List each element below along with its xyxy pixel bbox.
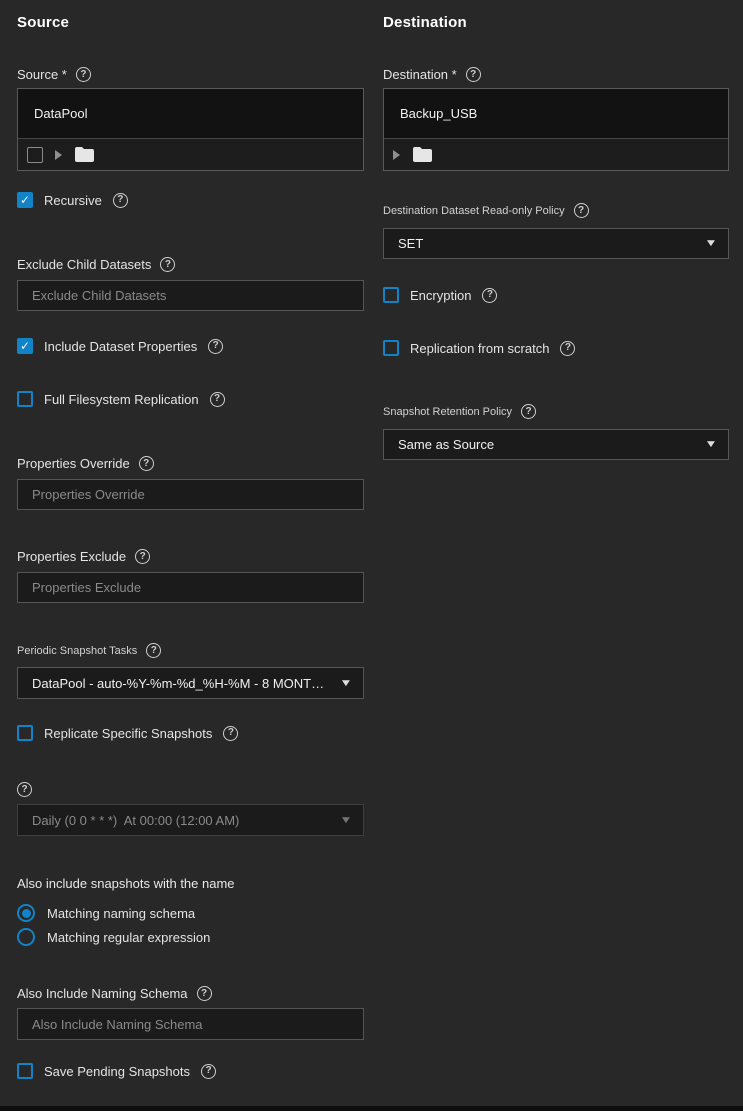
include-props-row: Include Dataset Properties ? [17, 338, 364, 354]
retention-label: Snapshot Retention Policy [383, 406, 512, 418]
props-override-label: Properties Override [17, 456, 130, 471]
destination-dataset-value[interactable]: Backup_USB [384, 89, 728, 139]
radio-naming-schema-row: Matching naming schema [17, 904, 364, 922]
help-icon[interactable]: ? [197, 986, 212, 1001]
props-override-label-row: Properties Override ? [17, 456, 364, 471]
include-props-label: Include Dataset Properties [44, 339, 197, 354]
help-icon[interactable]: ? [210, 392, 225, 407]
periodic-select[interactable]: DataPool - auto-%Y-%m-%d_%H-%M - 8 MONTH… [17, 667, 364, 699]
recursive-label: Recursive [44, 193, 102, 208]
props-override-input[interactable] [17, 479, 364, 510]
regex-radio[interactable] [17, 928, 35, 946]
help-icon[interactable]: ? [223, 726, 238, 741]
source-dataset-tree: DataPool [17, 88, 364, 171]
periodic-select-value: DataPool - auto-%Y-%m-%d_%H-%M - 8 MONTH… [32, 676, 333, 691]
props-exclude-label-row: Properties Exclude ? [17, 549, 364, 564]
save-pending-checkbox[interactable] [17, 1063, 33, 1079]
retention-select[interactable]: Same as Source ▼ [383, 429, 729, 460]
source-picker-label-row: Source * ? [17, 67, 364, 82]
help-icon[interactable]: ? [201, 1064, 216, 1079]
naming-schema-radio[interactable] [17, 904, 35, 922]
help-icon[interactable]: ? [76, 67, 91, 82]
destination-dataset-tree-row[interactable] [384, 139, 728, 170]
help-icon[interactable]: ? [135, 549, 150, 564]
folder-icon[interactable] [74, 146, 95, 163]
periodic-label-row: Periodic Snapshot Tasks ? [17, 643, 364, 658]
props-exclude-input[interactable] [17, 572, 364, 603]
schedule-select: Daily (0 0 * * *) At 00:00 (12:00 AM) ▼ [17, 804, 364, 836]
help-icon[interactable]: ? [139, 456, 154, 471]
source-dataset-value[interactable]: DataPool [18, 89, 363, 139]
retention-value: Same as Source [398, 437, 698, 452]
naming-schema-label: Also Include Naming Schema [17, 986, 188, 1001]
panel-edge [0, 1106, 743, 1111]
recursive-row: Recursive ? [17, 192, 364, 208]
help-icon[interactable]: ? [208, 339, 223, 354]
folder-icon[interactable] [412, 146, 433, 163]
naming-schema-input[interactable] [17, 1008, 364, 1040]
help-icon[interactable]: ? [482, 288, 497, 303]
include-props-checkbox[interactable] [17, 338, 33, 354]
full-fs-row: Full Filesystem Replication ? [17, 391, 364, 407]
expand-caret-icon[interactable] [393, 150, 400, 160]
encryption-row: Encryption ? [383, 287, 729, 303]
help-icon[interactable]: ? [146, 643, 161, 658]
help-icon[interactable]: ? [521, 404, 536, 419]
help-icon[interactable]: ? [17, 782, 32, 797]
help-icon[interactable]: ? [466, 67, 481, 82]
exclude-label: Exclude Child Datasets [17, 257, 151, 272]
readonly-policy-label-row: Destination Dataset Read-only Policy ? [383, 203, 729, 218]
destination-picker-label: Destination * [383, 67, 457, 82]
encryption-checkbox[interactable] [383, 287, 399, 303]
props-exclude-label: Properties Exclude [17, 549, 126, 564]
chevron-down-icon: ▼ [339, 815, 352, 826]
readonly-policy-value: SET [398, 236, 698, 251]
naming-schema-label-row: Also Include Naming Schema ? [17, 986, 364, 1001]
chevron-down-icon: ▼ [339, 678, 352, 689]
schedule-select-value: Daily (0 0 * * *) At 00:00 (12:00 AM) [32, 813, 333, 828]
full-fs-checkbox[interactable] [17, 391, 33, 407]
source-picker-label: Source * [17, 67, 67, 82]
source-heading: Source [17, 14, 364, 31]
replicate-specific-row: Replicate Specific Snapshots ? [17, 725, 364, 741]
radio-regex-row: Matching regular expression [17, 928, 364, 946]
from-scratch-checkbox[interactable] [383, 340, 399, 356]
source-dataset-tree-row[interactable] [18, 139, 363, 170]
help-icon[interactable]: ? [113, 193, 128, 208]
schedule-help-row: ? [17, 782, 364, 797]
periodic-label: Periodic Snapshot Tasks [17, 645, 137, 657]
help-icon[interactable]: ? [160, 257, 175, 272]
readonly-policy-select[interactable]: SET ▼ [383, 228, 729, 259]
destination-heading: Destination [383, 14, 729, 31]
exclude-input[interactable] [17, 280, 364, 311]
encryption-label: Encryption [410, 288, 471, 303]
help-icon[interactable]: ? [574, 203, 589, 218]
destination-dataset-tree: Backup_USB [383, 88, 729, 171]
replicate-specific-checkbox[interactable] [17, 725, 33, 741]
readonly-policy-label: Destination Dataset Read-only Policy [383, 205, 565, 217]
destination-picker-label-row: Destination * ? [383, 67, 729, 82]
chevron-down-icon: ▼ [704, 238, 717, 249]
full-fs-label: Full Filesystem Replication [44, 392, 199, 407]
chevron-down-icon: ▼ [704, 439, 717, 450]
from-scratch-row: Replication from scratch ? [383, 340, 729, 356]
exclude-label-row: Exclude Child Datasets ? [17, 257, 364, 272]
expand-caret-icon[interactable] [55, 150, 62, 160]
help-icon[interactable]: ? [560, 341, 575, 356]
also-include-title: Also include snapshots with the name [17, 876, 364, 891]
source-section: Source Source * ? DataPool Recursive ? E… [17, 0, 364, 1079]
destination-section: Destination Destination * ? Backup_USB D… [383, 0, 729, 460]
retention-label-row: Snapshot Retention Policy ? [383, 404, 729, 419]
replicate-specific-label: Replicate Specific Snapshots [44, 726, 212, 741]
from-scratch-label: Replication from scratch [410, 341, 549, 356]
recursive-checkbox[interactable] [17, 192, 33, 208]
regex-radio-label: Matching regular expression [47, 930, 210, 945]
dataset-checkbox[interactable] [27, 147, 43, 163]
naming-schema-radio-label: Matching naming schema [47, 906, 195, 921]
save-pending-label: Save Pending Snapshots [44, 1064, 190, 1079]
save-pending-row: Save Pending Snapshots ? [17, 1063, 364, 1079]
